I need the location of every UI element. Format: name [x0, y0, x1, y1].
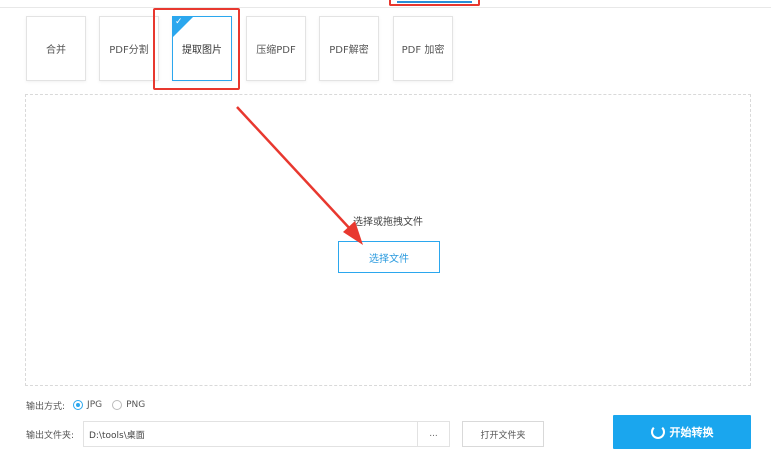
tool-label: 合并	[46, 45, 66, 56]
choose-file-button[interactable]: 选择文件	[338, 241, 440, 273]
tool-label: PDF分割	[109, 45, 149, 56]
top-divider	[0, 7, 771, 8]
open-folder-button[interactable]: 打开文件夹	[462, 421, 544, 447]
tool-pdf-split[interactable]: PDF分割	[99, 16, 159, 81]
format-option-label: JPG	[87, 400, 103, 410]
app-window: 合并 PDF分割 ✓ 提取图片 压缩PDF PDF解密 PDF 加密 选择或拖拽…	[0, 0, 771, 457]
output-folder-value: D:\tools\桌面	[89, 430, 145, 441]
tool-label: PDF 加密	[401, 45, 445, 56]
format-option-label: PNG	[126, 400, 146, 410]
output-folder-input[interactable]: D:\tools\桌面	[83, 421, 418, 447]
output-folder-label: 输出文件夹:	[26, 431, 75, 441]
start-button-label: 开始转换	[669, 426, 714, 439]
radio-icon	[112, 400, 123, 410]
start-convert-button[interactable]: 开始转换	[613, 415, 751, 449]
tool-pdf-decrypt[interactable]: PDF解密	[319, 16, 379, 81]
format-option-jpg[interactable]: JPG	[73, 400, 102, 410]
tool-label: PDF解密	[329, 45, 369, 56]
tool-pdf-encrypt[interactable]: PDF 加密	[393, 16, 453, 81]
dropzone-hint: 选择或拖拽文件	[353, 217, 423, 228]
output-format-label: 输出方式:	[26, 401, 66, 412]
refresh-icon	[650, 425, 665, 439]
tool-highlight-box	[153, 8, 240, 90]
tool-compress-pdf[interactable]: 压缩PDF	[246, 16, 306, 81]
tool-merge[interactable]: 合并	[26, 16, 86, 81]
tool-label: 压缩PDF	[256, 45, 296, 56]
file-dropzone[interactable]: 选择或拖拽文件 选择文件	[25, 94, 751, 386]
output-format-row: 输出方式: JPG PNG	[26, 398, 155, 412]
format-option-png[interactable]: PNG	[112, 400, 145, 410]
radio-selected-icon	[73, 400, 84, 410]
top-tab-highlight	[389, 0, 480, 6]
browse-button[interactable]: ...	[418, 421, 450, 447]
